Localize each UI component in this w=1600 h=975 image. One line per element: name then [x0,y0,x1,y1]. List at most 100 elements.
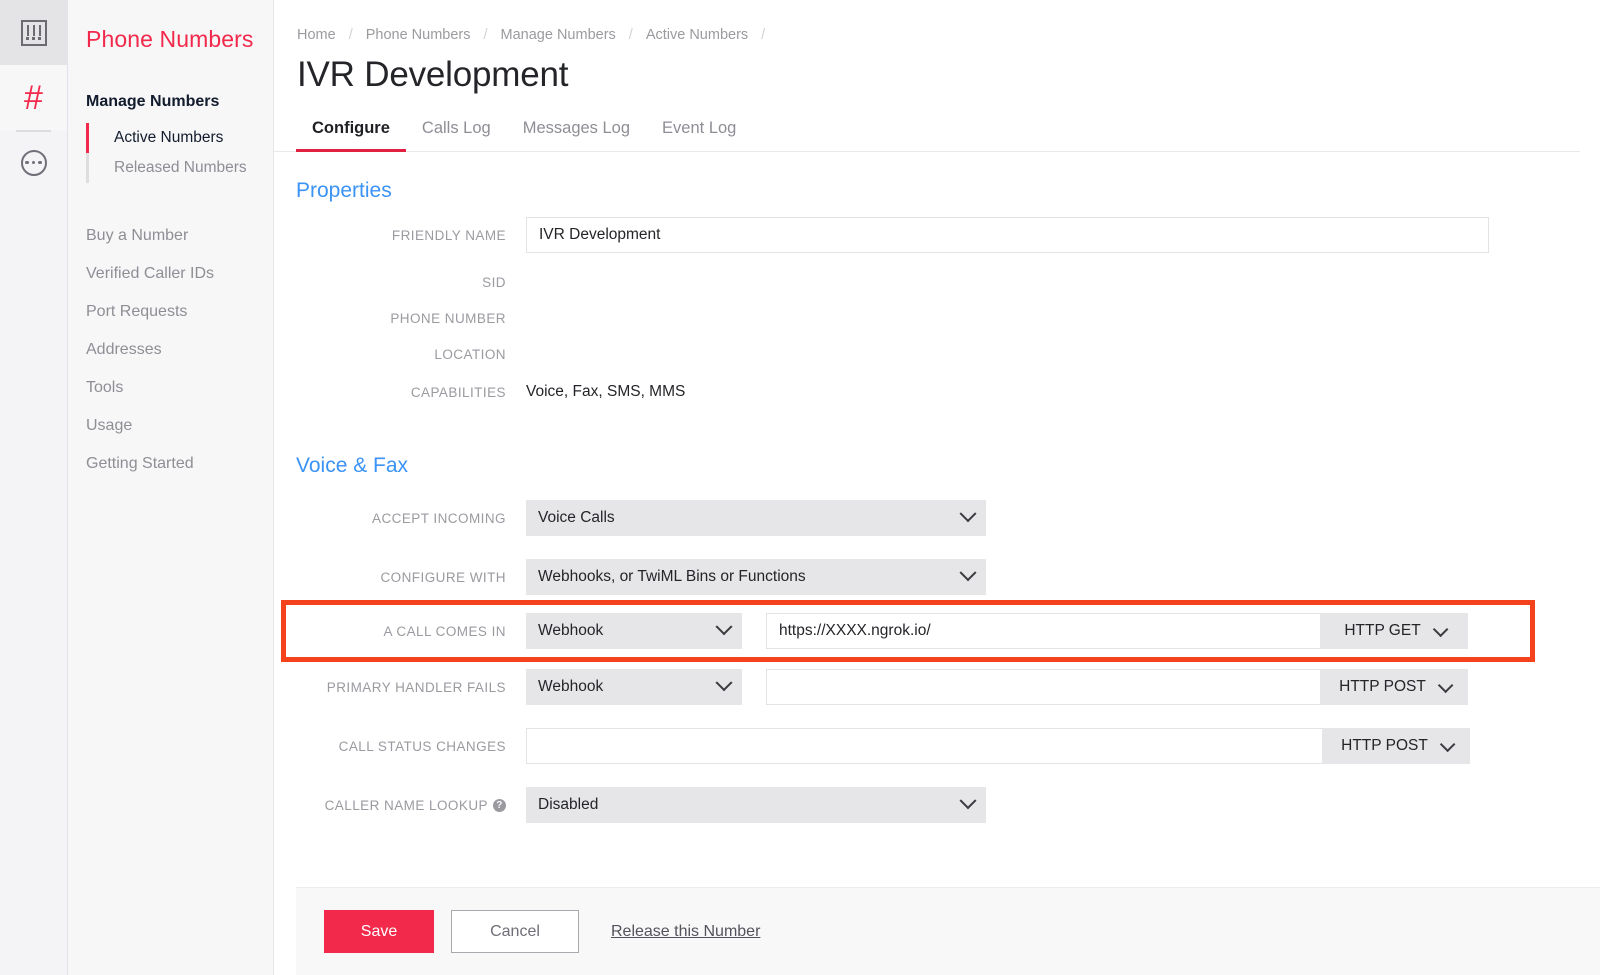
primary-handler-fails-method-select[interactable]: HTTP POST [1320,669,1468,705]
a-call-comes-in-url-input[interactable]: https://XXXX.ngrok.io/ [766,613,1320,649]
tab-messages-log[interactable]: Messages Log [507,119,646,152]
chevron-down-icon [959,792,977,810]
primary-handler-fails-url-input[interactable] [766,669,1320,705]
a-call-comes-in-type-select[interactable]: Webhook [526,613,742,649]
icon-rail: # [0,0,68,975]
a-call-comes-in-url-combo: https://XXXX.ngrok.io/ HTTP GET [766,613,1468,649]
sidebar-item-active-numbers[interactable]: Active Numbers [86,123,273,153]
field-row-location: LOCATION [274,347,1600,362]
action-bar: Save Cancel Release this Number [296,887,1600,975]
sidebar-item-verified-caller-ids[interactable]: Verified Caller IDs [68,255,273,293]
breadcrumb-item-phone-numbers[interactable]: Phone Numbers [366,27,471,43]
tab-event-log[interactable]: Event Log [646,119,752,152]
sidebar-item-port-requests[interactable]: Port Requests [68,293,273,331]
label-call-status-changes: CALL STATUS CHANGES [338,738,506,754]
field-row-primary-handler-fails: PRIMARY HANDLER FAILS Webhook HTTP POST [274,669,1600,705]
label-capabilities: CAPABILITIES [410,384,506,400]
caller-name-lookup-value: Disabled [538,796,599,813]
field-row-sid: SID [274,275,1600,290]
a-call-comes-in-type-value: Webhook [538,622,604,639]
call-status-changes-url-input[interactable] [526,728,1322,764]
accept-incoming-select[interactable]: Voice Calls [526,500,986,536]
label-a-call-comes-in: A CALL COMES IN [383,623,506,639]
sidebar: Phone Numbers Manage Numbers Active Numb… [68,0,274,975]
label-friendly-name: FRIENDLY NAME [391,227,506,243]
highlight-box-a-call-comes-in: A CALL COMES IN Webhook https://XXXX.ngr… [281,600,1535,662]
sidebar-item-getting-started[interactable]: Getting Started [68,445,273,483]
a-call-comes-in-method-select[interactable]: HTTP GET [1320,613,1468,649]
caller-name-lookup-select[interactable]: Disabled [526,787,986,823]
primary-handler-fails-method-value: HTTP POST [1339,678,1426,695]
field-row-call-status-changes: CALL STATUS CHANGES HTTP POST [274,728,1600,764]
capabilities-value: Voice, Fax, SMS, MMS [526,383,686,400]
sidebar-item-addresses[interactable]: Addresses [68,331,273,369]
chevron-down-icon [1437,677,1454,693]
label-sid: SID [482,275,506,290]
call-status-changes-method-value: HTTP POST [1341,737,1428,754]
field-row-phone-number: PHONE NUMBER [274,311,1600,326]
configure-with-select[interactable]: Webhooks, or TwiML Bins or Functions [526,559,986,595]
label-phone-number: PHONE NUMBER [390,311,506,326]
friendly-name-input[interactable]: IVR Development [526,217,1489,253]
caller-name-lookup-label-text: CALLER NAME LOOKUP [324,797,488,813]
chevron-down-icon [1439,736,1456,752]
label-location: LOCATION [434,347,506,362]
primary-handler-fails-url-combo: HTTP POST [766,669,1468,705]
call-status-changes-method-select[interactable]: HTTP POST [1322,728,1470,764]
breadcrumb-separator: / [628,27,633,43]
tab-configure[interactable]: Configure [296,119,406,152]
breadcrumb-item-manage-numbers[interactable]: Manage Numbers [501,27,616,43]
more-dots-icon [20,149,47,176]
rail-item-console[interactable] [0,0,67,65]
section-heading-voice-fax: Voice & Fax [296,454,409,477]
sidebar-sublist: Active Numbers Released Numbers [68,123,273,183]
primary-handler-fails-type-select[interactable]: Webhook [526,669,742,705]
save-button[interactable]: Save [324,910,434,953]
chevron-down-icon [715,674,733,692]
chevron-down-icon [1432,621,1449,637]
configure-panel: Properties FRIENDLY NAME IVR Development… [274,152,1600,942]
sidebar-section-manage-numbers[interactable]: Manage Numbers [68,93,273,111]
sidebar-item-buy-a-number[interactable]: Buy a Number [68,217,273,255]
help-icon[interactable]: ? [493,798,506,812]
tab-bar: Configure Calls Log Messages Log Event L… [274,95,1580,152]
sidebar-item-tools[interactable]: Tools [68,369,273,407]
tab-calls-log[interactable]: Calls Log [406,119,507,152]
chevron-down-icon [959,564,977,582]
rail-item-more[interactable] [0,130,67,195]
field-row-friendly-name: FRIENDLY NAME IVR Development [274,217,1600,253]
chevron-down-icon [959,505,977,523]
app-window: # Phone Numbers Manage Numbers Active Nu… [0,0,1600,975]
configure-with-value: Webhooks, or TwiML Bins or Functions [538,568,806,585]
breadcrumb-item-active-numbers[interactable]: Active Numbers [646,27,748,43]
sidebar-navlist: Buy a Number Verified Caller IDs Port Re… [68,217,273,483]
label-caller-name-lookup: CALLER NAME LOOKUP ? [296,798,526,813]
breadcrumb-separator: / [348,27,353,43]
breadcrumb-item-home[interactable]: Home [297,27,336,43]
breadcrumb-separator: / [483,27,488,43]
breadcrumb: Home / Phone Numbers / Manage Numbers / … [274,0,1600,43]
console-icon [20,19,47,46]
field-row-capabilities: CAPABILITIES Voice, Fax, SMS, MMS [274,383,1600,401]
accept-incoming-value: Voice Calls [538,509,615,526]
primary-handler-fails-type-value: Webhook [538,678,604,695]
cancel-button[interactable]: Cancel [451,910,579,953]
label-accept-incoming: ACCEPT INCOMING [371,510,506,526]
field-row-accept-incoming: ACCEPT INCOMING Voice Calls [274,500,1600,536]
release-this-number-link[interactable]: Release this Number [611,923,760,941]
field-row-caller-name-lookup: CALLER NAME LOOKUP ? Disabled [274,787,1600,823]
sidebar-item-usage[interactable]: Usage [68,407,273,445]
hash-icon: # [24,78,43,117]
main-content: Home / Phone Numbers / Manage Numbers / … [274,0,1600,975]
page-title: IVR Development [297,55,569,94]
section-heading-properties: Properties [296,179,392,202]
label-primary-handler-fails: PRIMARY HANDLER FAILS [326,679,506,695]
breadcrumb-separator: / [761,27,766,43]
call-status-changes-url-combo: HTTP POST [526,728,1470,764]
sidebar-item-released-numbers[interactable]: Released Numbers [86,153,273,183]
label-configure-with: CONFIGURE WITH [380,569,506,585]
rail-item-phone-numbers[interactable]: # [0,65,67,130]
field-row-configure-with: CONFIGURE WITH Webhooks, or TwiML Bins o… [274,559,1600,595]
a-call-comes-in-method-value: HTTP GET [1344,622,1421,639]
field-row-a-call-comes-in: A CALL COMES IN Webhook https://XXXX.ngr… [286,613,1530,649]
